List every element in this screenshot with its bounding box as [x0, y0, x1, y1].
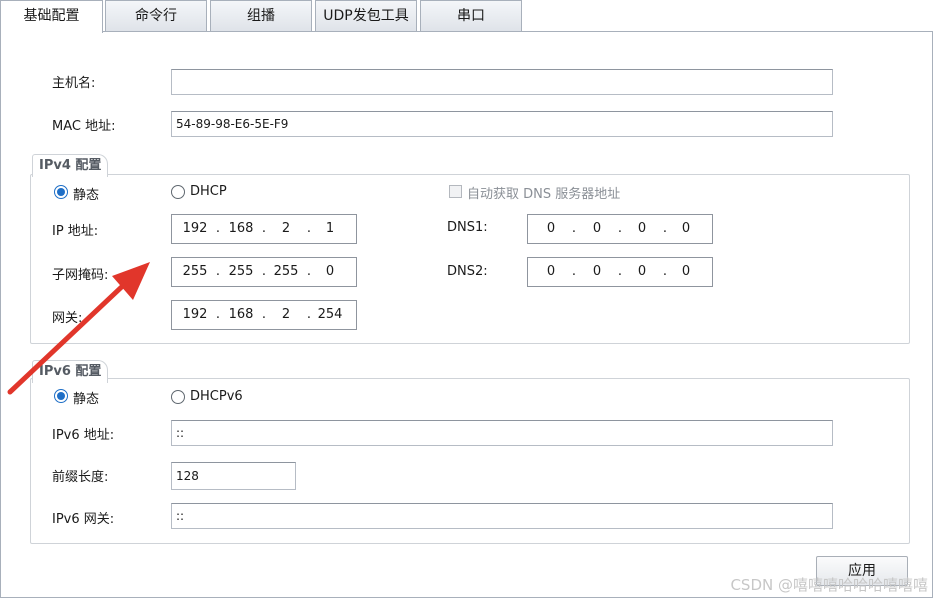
- prefix-length-input[interactable]: 128: [171, 462, 296, 490]
- ip-dot: .: [617, 221, 623, 236]
- dns2-label: DNS2:: [447, 264, 488, 279]
- ipv6-gateway-input[interactable]: ::: [171, 503, 833, 529]
- network-config-window: 基础配置 命令行 组播 UDP发包工具 串口 主机名: MAC 地址: 54-8…: [0, 0, 934, 599]
- ip-dot: .: [617, 264, 623, 279]
- dns2-field[interactable]: 0 . 0 . 0 . 0: [527, 257, 713, 287]
- ipv6-dhcp-label: DHCPv6: [190, 389, 243, 404]
- ip-dot: .: [215, 307, 221, 322]
- ipv6-static-label: 静态: [73, 392, 100, 407]
- ip-octet: 255: [182, 264, 208, 279]
- radio-unchecked-icon[interactable]: [171, 185, 185, 199]
- dns1-field[interactable]: 0 . 0 . 0 . 0: [527, 214, 713, 244]
- ip-dot: .: [662, 264, 668, 279]
- prefix-length-label: 前缀长度:: [52, 470, 109, 485]
- ip-octet: 168: [228, 221, 254, 236]
- ip-dot: .: [306, 264, 312, 279]
- ip-dot: .: [261, 221, 267, 236]
- ip-octet: 254: [317, 307, 343, 322]
- ip-octet: 0: [592, 221, 602, 236]
- radio-checked-icon[interactable]: [54, 185, 68, 199]
- ip-octet: 1: [325, 221, 335, 236]
- ipv6-address-input[interactable]: ::: [171, 420, 833, 446]
- ip-octet: 0: [546, 221, 556, 236]
- subnet-mask-field[interactable]: 255 . 255 . 255 . 0: [171, 257, 357, 287]
- ip-octet: 2: [281, 221, 291, 236]
- ip-dot: .: [215, 221, 221, 236]
- ipv4-static-label: 静态: [73, 188, 100, 203]
- auto-dns-label: 自动获取 DNS 服务器地址: [467, 187, 621, 202]
- ip-octet: 255: [273, 264, 299, 279]
- ip-octet: 0: [681, 264, 691, 279]
- radio-checked-icon[interactable]: [54, 389, 68, 403]
- tab-command-line[interactable]: 命令行: [105, 0, 207, 31]
- ip-octet: 0: [637, 221, 647, 236]
- ip-dot: .: [261, 307, 267, 322]
- csdn-watermark: CSDN @嘻嘻嘻哈哈哈嘻嘻嘻: [730, 576, 928, 594]
- hostname-input[interactable]: [171, 69, 833, 95]
- subnet-mask-label: 子网掩码:: [52, 268, 109, 283]
- ip-octet: 0: [592, 264, 602, 279]
- tab-serial[interactable]: 串口: [420, 0, 522, 31]
- ip-octet: 192: [182, 307, 208, 322]
- ipv6-gateway-label: IPv6 网关:: [52, 512, 115, 527]
- ip-octet: 168: [228, 307, 254, 322]
- gateway-field[interactable]: 192 . 168 . 2 . 254: [171, 300, 357, 330]
- checkbox-icon[interactable]: [449, 185, 462, 198]
- ip-dot: .: [261, 264, 267, 279]
- ipv4-dhcp-label: DHCP: [190, 184, 227, 199]
- ip-octet: 0: [546, 264, 556, 279]
- ip-dot: .: [306, 307, 312, 322]
- hostname-label: 主机名:: [52, 76, 96, 91]
- tab-udp-tool[interactable]: UDP发包工具: [315, 0, 417, 31]
- ip-address-label: IP 地址:: [52, 224, 99, 239]
- ip-octet: 0: [681, 221, 691, 236]
- gateway-label: 网关:: [52, 311, 83, 326]
- ip-dot: .: [571, 221, 577, 236]
- ip-dot: .: [306, 221, 312, 236]
- ip-dot: .: [215, 264, 221, 279]
- dns1-label: DNS1:: [447, 220, 488, 235]
- ip-octet: 255: [228, 264, 254, 279]
- ipv6-group-title: IPv6 配置: [32, 360, 109, 383]
- ip-octet: 2: [281, 307, 291, 322]
- ip-dot: .: [571, 264, 577, 279]
- mac-address-input[interactable]: 54-89-98-E6-5E-F9: [171, 111, 833, 137]
- ip-dot: .: [662, 221, 668, 236]
- ip-address-field[interactable]: 192 . 168 . 2 . 1: [171, 214, 357, 244]
- radio-unchecked-icon[interactable]: [171, 390, 185, 404]
- ipv4-group-title: IPv4 配置: [32, 154, 109, 177]
- ip-octet: 192: [182, 221, 208, 236]
- ip-octet: 0: [325, 264, 335, 279]
- mac-label: MAC 地址:: [52, 119, 116, 134]
- tab-multicast[interactable]: 组播: [210, 0, 312, 31]
- ipv6-address-label: IPv6 地址:: [52, 428, 115, 443]
- ip-octet: 0: [637, 264, 647, 279]
- tab-basic-config[interactable]: 基础配置: [0, 0, 103, 33]
